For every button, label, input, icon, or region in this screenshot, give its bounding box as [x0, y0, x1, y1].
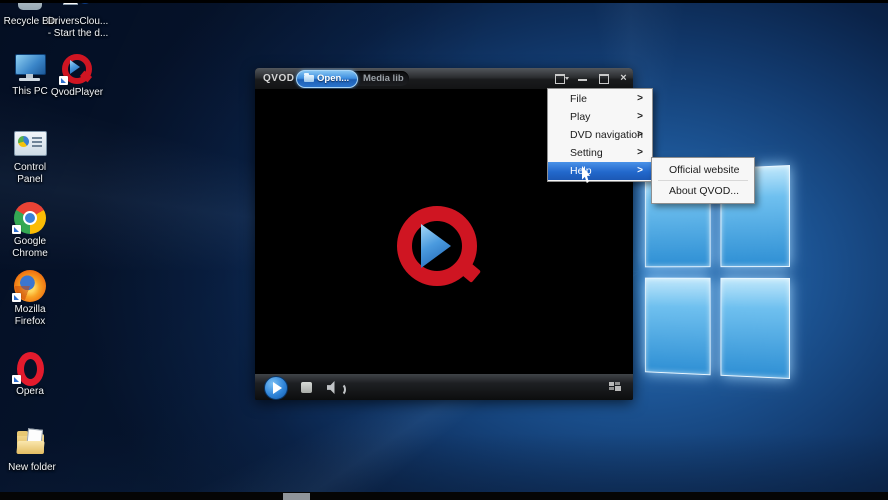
icon-label: Panel — [17, 174, 43, 185]
windows-logo-pane — [644, 277, 711, 376]
window-title: QVOD — [263, 73, 295, 84]
icon-label: Google — [13, 236, 47, 247]
icon-label: QvodPlayer — [50, 87, 104, 98]
desktop-icon-opera[interactable]: Opera — [0, 352, 66, 398]
main-menu-button[interactable] — [553, 71, 570, 85]
submenu-arrow-icon: > — [637, 111, 643, 122]
menu-item-dvd-navigation[interactable]: DVD navigation > — [548, 126, 652, 144]
volume-button[interactable] — [327, 381, 346, 396]
menu-window-icon — [555, 74, 565, 84]
icon-label: - Start the d... — [47, 28, 109, 39]
open-folder-icon — [304, 73, 314, 82]
media-lib-label: Media lib — [363, 73, 404, 84]
desktop-icon-qvodplayer[interactable]: QvodPlayer — [41, 53, 113, 99]
chrome-icon — [12, 202, 48, 234]
submenu-arrow-icon: > — [637, 129, 643, 140]
main-menu-popup: File > Play > DVD navigation > Setting >… — [547, 88, 653, 182]
opera-icon — [12, 352, 48, 386]
driverscloud-icon — [60, 3, 96, 14]
icon-label: New folder — [8, 462, 56, 473]
icon-label: Chrome — [12, 248, 48, 259]
volume-wave-icon — [335, 383, 346, 396]
open-button[interactable]: Open... — [296, 70, 358, 88]
icon-label: Mozilla — [14, 304, 46, 315]
open-button-label: Open... — [317, 73, 350, 84]
shortcut-overlay-icon — [12, 225, 21, 234]
shortcut-overlay-icon — [12, 293, 21, 302]
maximize-button[interactable] — [596, 71, 613, 85]
menu-item-help[interactable]: Help > — [548, 162, 652, 180]
letterbox-bottom — [0, 492, 888, 500]
icon-label: Firefox — [14, 316, 46, 327]
close-icon: × — [620, 72, 627, 84]
grid-icon — [609, 382, 614, 386]
folder-icon — [14, 428, 50, 460]
taskbar-fragment — [283, 493, 310, 500]
qvod-icon — [59, 53, 95, 85]
desktop-icon-driverscloud[interactable]: DriversClou... - Start the d... — [42, 3, 114, 40]
desktop-icon-new-folder[interactable]: New folder — [0, 428, 68, 474]
stop-button[interactable] — [301, 382, 312, 393]
close-button[interactable]: × — [615, 71, 632, 85]
firefox-icon — [12, 270, 48, 302]
titlebar[interactable]: QVOD Media lib Open... × — [255, 68, 633, 90]
icon-label: Control — [13, 162, 47, 173]
letterbox-top — [0, 0, 888, 3]
play-button[interactable] — [264, 376, 288, 400]
play-icon — [273, 382, 282, 394]
control-panel-icon — [12, 128, 48, 160]
player-controlbar — [255, 374, 633, 400]
desktop-icon-google-chrome[interactable]: Google Chrome — [0, 202, 66, 260]
qvod-logo — [397, 206, 487, 286]
maximize-icon — [599, 74, 609, 84]
menu-item-setting[interactable]: Setting > — [548, 144, 652, 162]
shortcut-overlay-icon — [59, 76, 68, 85]
submenu-arrow-icon: > — [637, 93, 643, 104]
chevron-down-icon — [565, 77, 569, 80]
submenu-item-about-qvod[interactable]: About QVOD... — [652, 181, 754, 201]
windows-logo-pane — [720, 277, 790, 379]
help-submenu-popup: Official website About QVOD... — [651, 157, 755, 204]
submenu-arrow-icon: > — [637, 147, 643, 158]
submenu-item-official-website[interactable]: Official website — [652, 160, 754, 180]
icon-label: Opera — [16, 386, 44, 397]
menu-item-file[interactable]: File > — [548, 90, 652, 108]
minimize-button[interactable] — [575, 71, 592, 85]
submenu-arrow-icon: > — [637, 165, 643, 176]
icon-label: DriversClou... — [47, 16, 109, 27]
menu-item-play[interactable]: Play > — [548, 108, 652, 126]
desktop-icon-mozilla-firefox[interactable]: Mozilla Firefox — [0, 270, 66, 328]
playlist-toggle-button[interactable] — [609, 382, 621, 392]
minimize-icon — [578, 79, 587, 81]
shortcut-overlay-icon — [12, 375, 21, 384]
desktop-icon-control-panel[interactable]: Control Panel — [0, 128, 66, 186]
